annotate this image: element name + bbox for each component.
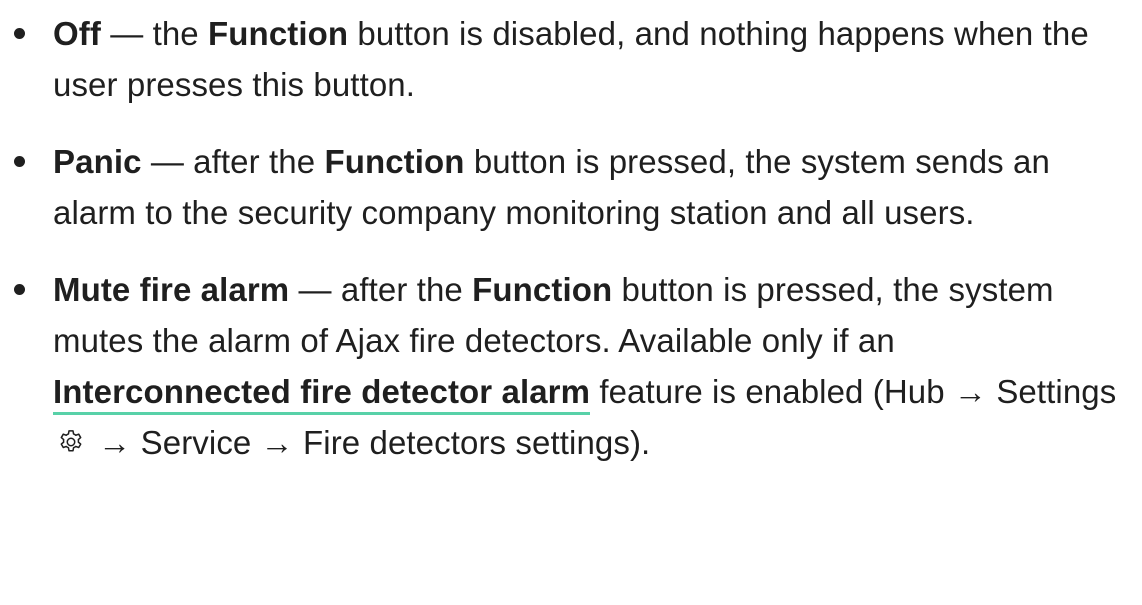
option-dash-text: — after the bbox=[141, 143, 325, 180]
option-description-continued: feature is enabled (Hub → Settings bbox=[590, 373, 1117, 410]
settings-path-text: → Service → Fire detectors settings). bbox=[89, 424, 651, 461]
option-dash-text: — the bbox=[100, 15, 209, 52]
gear-icon bbox=[57, 419, 85, 452]
interconnected-fire-alarm-link[interactable]: Interconnected fire detector alarm bbox=[53, 373, 591, 415]
option-term: Off bbox=[53, 15, 101, 52]
bullet-icon bbox=[14, 156, 25, 167]
list-item-off: Off — the Function button is disabled, a… bbox=[0, 8, 1142, 110]
bullet-icon bbox=[14, 284, 25, 295]
bullet-icon bbox=[14, 28, 25, 39]
option-term: Mute fire alarm bbox=[53, 271, 290, 308]
option-term: Panic bbox=[53, 143, 142, 180]
list-item-mute-fire-alarm: Mute fire alarm — after the Function but… bbox=[0, 264, 1142, 468]
function-button-name: Function bbox=[472, 271, 613, 308]
function-button-name: Function bbox=[208, 15, 349, 52]
function-options-list: Off — the Function button is disabled, a… bbox=[0, 8, 1142, 468]
list-item-panic: Panic — after the Function button is pre… bbox=[0, 136, 1142, 238]
function-button-name: Function bbox=[324, 143, 465, 180]
option-dash-text: — after the bbox=[289, 271, 473, 308]
